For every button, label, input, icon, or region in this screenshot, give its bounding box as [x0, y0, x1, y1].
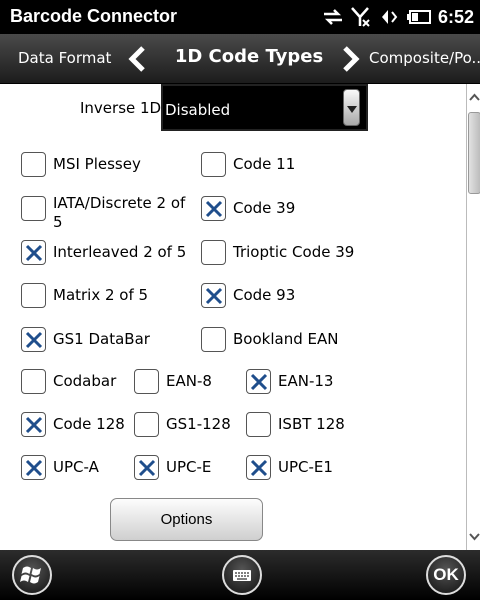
- start-button[interactable]: [12, 555, 52, 595]
- keyboard-button[interactable]: [222, 555, 262, 595]
- checkbox-code-93[interactable]: Code 93: [201, 283, 295, 308]
- checkbox-label: UPC-E1: [278, 458, 333, 476]
- prev-page-label[interactable]: Data Format: [18, 49, 111, 67]
- checkbox-upc-e[interactable]: UPC-E: [134, 455, 211, 480]
- status-bar: Barcode Connector 6:52: [0, 0, 480, 34]
- checkbox-label: GS1-128: [166, 415, 231, 433]
- checkbox-box[interactable]: [21, 369, 46, 394]
- checkbox-box[interactable]: [21, 455, 46, 480]
- checkbox-trioptic-code-39[interactable]: Trioptic Code 39: [201, 240, 354, 265]
- no-signal-icon: [350, 6, 372, 28]
- checkbox-label: Code 128: [53, 415, 125, 433]
- checkbox-code-11[interactable]: Code 11: [201, 152, 295, 177]
- checkbox-gs1-128[interactable]: GS1-128: [134, 412, 231, 437]
- checkbox-label: Bookland EAN: [233, 330, 339, 348]
- checkbox-label: EAN-13: [278, 372, 334, 390]
- checkbox-upc-a[interactable]: UPC-A: [21, 455, 99, 480]
- checkbox-ean-13[interactable]: EAN-13: [246, 369, 333, 394]
- checkbox-interleaved-2-of-5[interactable]: Interleaved 2 of 5: [21, 240, 186, 265]
- checkbox-label: Matrix 2 of 5: [53, 286, 149, 304]
- scroll-thumb[interactable]: [468, 112, 480, 194]
- checkbox-label: UPC-E: [166, 458, 212, 476]
- keyboard-icon: [233, 570, 251, 581]
- checkbox-label: IATA/Discrete 2 of 5: [53, 194, 186, 231]
- checkbox-ean-8[interactable]: EAN-8: [134, 369, 212, 394]
- checkbox-label: GS1 DataBar: [53, 330, 150, 348]
- speaker-icon: [378, 7, 400, 27]
- checkbox-label: ISBT 128: [278, 415, 345, 433]
- check-x-icon: [250, 459, 268, 477]
- bottom-bar: OK: [0, 550, 480, 600]
- checkbox-box[interactable]: [201, 196, 226, 221]
- checkbox-upc-e1[interactable]: UPC-E1: [246, 455, 333, 480]
- options-button[interactable]: Options: [110, 498, 263, 541]
- check-x-icon: [205, 200, 223, 218]
- inverse-1d-select[interactable]: Disabled: [161, 84, 368, 131]
- app-title: Barcode Connector: [10, 6, 178, 26]
- checkbox-label: Code 39: [233, 199, 296, 217]
- battery-icon: [406, 9, 432, 25]
- clock: 6:52: [437, 6, 474, 27]
- checkbox-box[interactable]: [134, 455, 159, 480]
- checkbox-box[interactable]: [21, 196, 46, 221]
- checkbox-box[interactable]: [21, 412, 46, 437]
- checkbox-box[interactable]: [21, 327, 46, 352]
- checkbox-label: EAN-8: [166, 372, 212, 390]
- checkbox-box[interactable]: [134, 412, 159, 437]
- chevron-left-icon[interactable]: [126, 45, 148, 77]
- checkbox-isbt-128[interactable]: ISBT 128: [246, 412, 345, 437]
- check-x-icon: [25, 331, 43, 349]
- scroll-down-icon[interactable]: [468, 522, 480, 550]
- check-x-icon: [25, 416, 43, 434]
- checkbox-matrix-2-of-5[interactable]: Matrix 2 of 5: [21, 283, 148, 308]
- checkbox-label: UPC-A: [53, 458, 99, 476]
- scroll-up-icon[interactable]: [468, 84, 480, 112]
- checkbox-msi-plessey[interactable]: MSI Plessey: [21, 152, 141, 177]
- vertical-scrollbar[interactable]: [466, 84, 480, 550]
- checkbox-box[interactable]: [21, 240, 46, 265]
- page-title: 1D Code Types: [174, 46, 324, 67]
- checkbox-label: Codabar: [53, 372, 117, 390]
- check-x-icon: [25, 459, 43, 477]
- checkbox-iata-discrete-2-of-5[interactable]: IATA/Discrete 2 of 5: [21, 194, 188, 232]
- check-x-icon: [250, 373, 268, 391]
- checkbox-label: Interleaved 2 of 5: [53, 243, 187, 261]
- checkbox-box[interactable]: [201, 283, 226, 308]
- check-x-icon: [205, 287, 223, 305]
- checkbox-label: Code 11: [233, 155, 296, 173]
- checkbox-box[interactable]: [201, 327, 226, 352]
- status-icons: 6:52: [322, 4, 474, 30]
- next-page-label[interactable]: Composite/Po...: [369, 49, 480, 67]
- check-x-icon: [138, 459, 156, 477]
- nav-header: Data Format 1D Code Types Composite/Po..…: [0, 34, 480, 84]
- inverse-1d-value: Disabled: [165, 101, 231, 119]
- checkbox-box[interactable]: [134, 369, 159, 394]
- checkbox-box[interactable]: [21, 152, 46, 177]
- checkbox-codabar[interactable]: Codabar: [21, 369, 116, 394]
- sync-arrows-icon: [322, 7, 344, 27]
- checkbox-box[interactable]: [246, 412, 271, 437]
- settings-panel: Inverse 1D Disabled MSI Plessey Code 11 …: [0, 84, 466, 550]
- dropdown-arrow-icon[interactable]: [343, 89, 360, 126]
- checkbox-box[interactable]: [21, 283, 46, 308]
- checkbox-label: Trioptic Code 39: [233, 243, 355, 261]
- checkbox-bookland-ean[interactable]: Bookland EAN: [201, 327, 338, 352]
- inverse-1d-label: Inverse 1D: [80, 99, 162, 117]
- check-x-icon: [25, 244, 43, 262]
- checkbox-label: Code 93: [233, 286, 296, 304]
- checkbox-label: MSI Plessey: [53, 155, 141, 173]
- checkbox-code-128[interactable]: Code 128: [21, 412, 125, 437]
- ok-button[interactable]: OK: [426, 555, 466, 595]
- checkbox-box[interactable]: [246, 455, 271, 480]
- checkbox-box[interactable]: [201, 240, 226, 265]
- checkbox-box[interactable]: [201, 152, 226, 177]
- windows-logo-icon: [20, 566, 41, 584]
- checkbox-box[interactable]: [246, 369, 271, 394]
- checkbox-gs1-databar[interactable]: GS1 DataBar: [21, 327, 150, 352]
- chevron-right-icon[interactable]: [340, 45, 362, 77]
- checkbox-code-39[interactable]: Code 39: [201, 196, 295, 221]
